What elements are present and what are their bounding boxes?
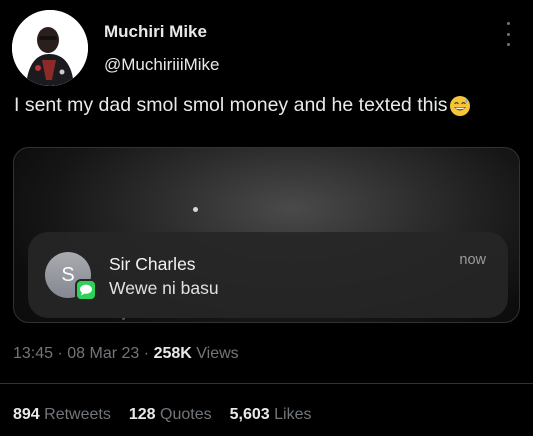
more-dot-icon bbox=[506, 22, 510, 25]
retweets-label: Retweets bbox=[44, 406, 111, 423]
tweet-stats: 894 Retweets 128 Quotes 5,603 Likes bbox=[13, 406, 311, 424]
grinning-sweat-emoji-icon bbox=[449, 95, 471, 117]
tweet-text-content: I sent my dad smol smol money and he tex… bbox=[14, 94, 448, 116]
contact-initial: S bbox=[61, 263, 75, 286]
views-count: 258K bbox=[153, 345, 192, 362]
notification-time: now bbox=[459, 252, 486, 268]
quotes-label: Quotes bbox=[160, 406, 212, 423]
tweet: Muchiri Mike @MuchiriiiMike I sent my da… bbox=[0, 0, 533, 436]
more-options-button[interactable] bbox=[500, 22, 516, 46]
likes-label: Likes bbox=[274, 406, 312, 423]
views-label: Views bbox=[196, 345, 239, 362]
retweets-stat[interactable]: 894 Retweets bbox=[13, 406, 111, 424]
meta-separator: · bbox=[57, 345, 63, 362]
author-handle[interactable]: @MuchiriiiMike bbox=[104, 55, 220, 75]
message-notification: S Sir Charles Wewe ni basu now bbox=[28, 232, 508, 318]
likes-count: 5,603 bbox=[229, 406, 270, 423]
more-dot-icon bbox=[506, 43, 510, 46]
contact-name: Sir Charles bbox=[109, 254, 196, 274]
messages-icon bbox=[75, 279, 97, 301]
tweet-time[interactable]: 13:45 bbox=[13, 345, 53, 362]
quotes-stat[interactable]: 128 Quotes bbox=[129, 406, 212, 424]
more-dot-icon bbox=[506, 32, 510, 36]
meta-separator: · bbox=[143, 345, 150, 362]
light-spot bbox=[193, 207, 198, 212]
tweet-date[interactable]: 08 Mar 23 bbox=[67, 345, 139, 362]
notification-message: Wewe ni basu bbox=[109, 278, 219, 298]
divider bbox=[0, 383, 533, 384]
author-avatar[interactable] bbox=[12, 10, 88, 86]
tweet-meta: 13:45 · 08 Mar 23 · 258K Views bbox=[13, 345, 239, 363]
tweet-text: I sent my dad smol smol money and he tex… bbox=[14, 94, 471, 117]
quotes-count: 128 bbox=[128, 406, 156, 423]
retweets-count: 894 bbox=[13, 406, 40, 423]
likes-stat[interactable]: 5,603 Likes bbox=[230, 406, 312, 424]
author-name[interactable]: Muchiri Mike bbox=[104, 22, 207, 42]
tweet-media-image[interactable]: S Sir Charles Wewe ni basu now bbox=[13, 147, 520, 323]
